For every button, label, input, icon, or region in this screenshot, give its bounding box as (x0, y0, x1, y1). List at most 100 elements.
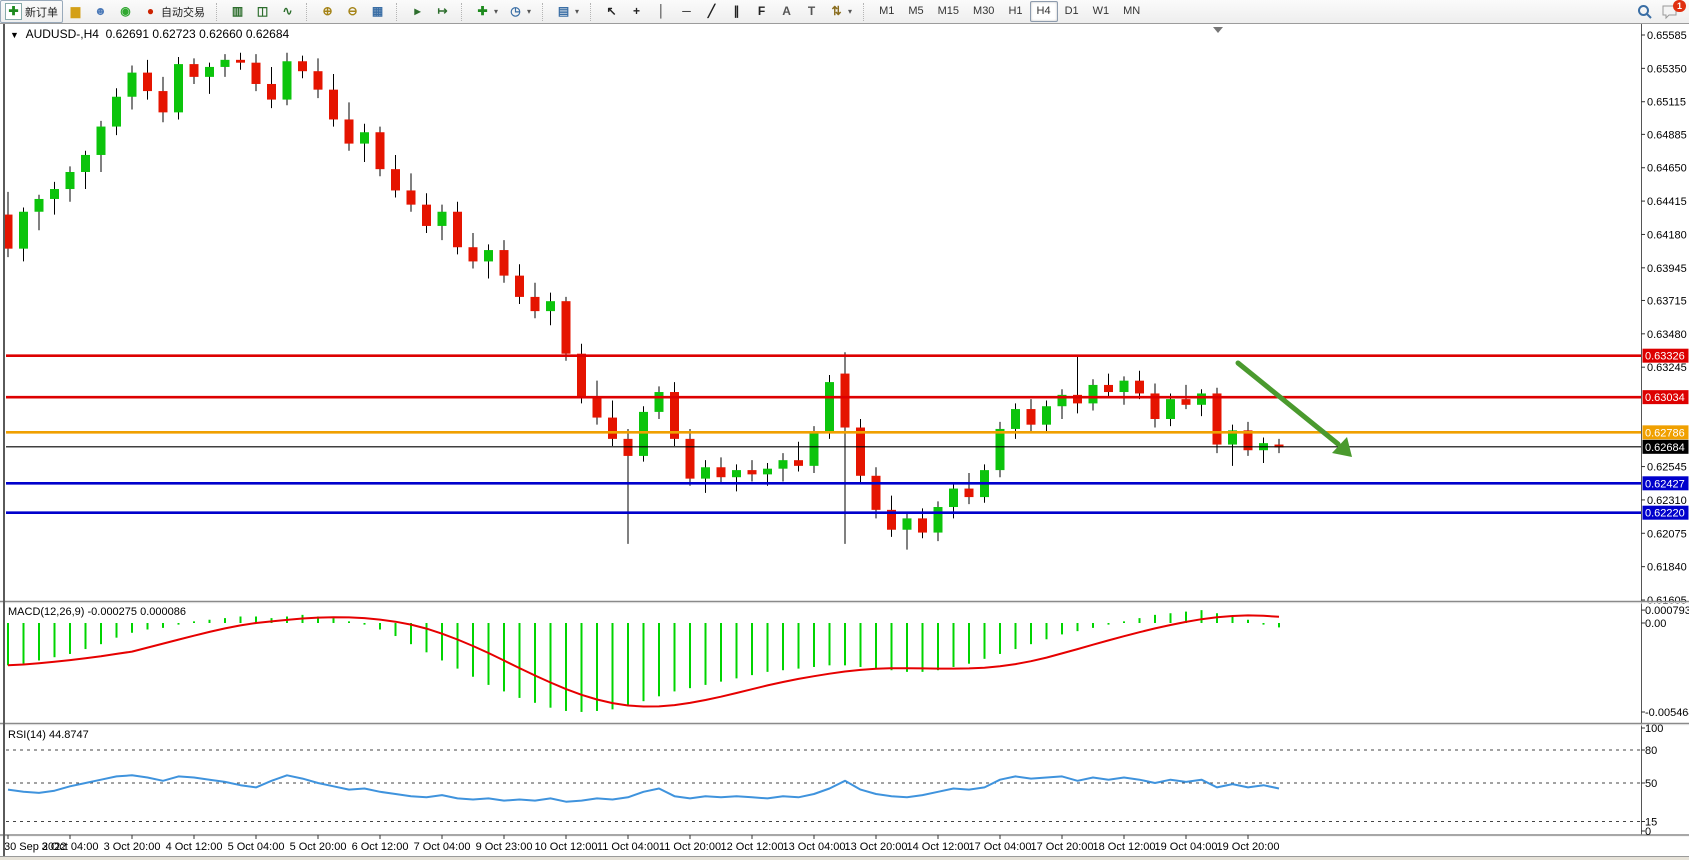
vertical-line-button[interactable]: │ (649, 0, 674, 23)
price-tick-label: 0.62310 (1647, 495, 1687, 507)
price-tick-label: 0.64415 (1647, 196, 1687, 208)
crosshair-button[interactable]: + (624, 0, 649, 23)
timeframe-button-m15[interactable]: M15 (931, 1, 966, 22)
candle-body (438, 212, 447, 226)
channel-button[interactable]: ∥ (724, 0, 749, 23)
timeframe-button-m1[interactable]: M1 (872, 1, 901, 22)
price-tick-label: 0.65585 (1647, 30, 1687, 42)
candle-body (500, 250, 509, 276)
candle-body (856, 428, 865, 476)
candle-body (267, 84, 276, 100)
candle-body (360, 132, 369, 143)
price-tick-label: 0.64650 (1647, 163, 1687, 175)
text-icon: A (779, 4, 794, 19)
candle-body (531, 297, 540, 311)
candle-body (1135, 381, 1144, 394)
new-order-icon: ✚ (5, 3, 22, 20)
new-order-button[interactable]: ✚ 新订单 (0, 0, 63, 23)
bars-mode-button[interactable]: ▥ (225, 0, 250, 23)
horizontal-line-icon: ─ (679, 4, 694, 19)
chart-shift-button[interactable]: ↦ (430, 0, 455, 23)
candle-body (1089, 385, 1098, 403)
candle-body (1166, 399, 1175, 419)
new-order-label: 新订单 (25, 4, 58, 20)
timeframe-button-mn[interactable]: MN (1116, 1, 1147, 22)
auto-scroll-button[interactable]: ▸ (405, 0, 430, 23)
zoom-out-button[interactable]: ⊖ (340, 0, 365, 23)
timeframe-button-m5[interactable]: M5 (901, 1, 930, 22)
text-button[interactable]: A (774, 0, 799, 23)
chevron-down-icon[interactable]: ▼ (10, 30, 19, 40)
ohlc-close: 0.62684 (246, 27, 289, 41)
price-tick-label: 0.65350 (1647, 63, 1687, 75)
toolbar-separator (590, 3, 596, 21)
search-icon[interactable] (1637, 4, 1653, 20)
price-tick-label: 0.63245 (1647, 362, 1687, 374)
price-tick-label: 0.65115 (1647, 97, 1686, 109)
horizontal-line-button[interactable]: ─ (674, 0, 699, 23)
indicators-button[interactable]: ✚▾ (470, 0, 503, 23)
tile-windows-button[interactable]: ▦ (365, 0, 390, 23)
candle-body (407, 190, 416, 204)
candle-body (779, 460, 788, 469)
signal-button[interactable]: ◉ (113, 0, 138, 23)
candle-body (872, 476, 881, 510)
chat-icon[interactable]: 1 (1661, 4, 1679, 20)
candle-body (732, 470, 741, 477)
time-tick-label: 6 Oct 12:00 (352, 841, 409, 853)
timeframe-button-m30[interactable]: M30 (966, 1, 1001, 22)
candle-body (748, 470, 757, 474)
candle-body (1213, 393, 1222, 444)
time-tick-label: 14 Oct 12:00 (907, 841, 970, 853)
gold-bars-button[interactable]: ▆ (63, 0, 88, 23)
toolbar-separator (306, 3, 312, 21)
price-tick-label: 0.64180 (1647, 229, 1687, 241)
candle-body (205, 67, 214, 77)
vertical-line-icon: │ (654, 4, 669, 19)
timeframe-button-d1[interactable]: D1 (1058, 1, 1086, 22)
trendline-icon: ╱ (704, 4, 719, 19)
candle-body (810, 432, 819, 466)
headset-button[interactable]: ☻ (88, 0, 113, 23)
candle-body (314, 71, 323, 89)
periods-button[interactable]: ◷▾ (503, 0, 536, 23)
chevron-down-icon: ▾ (575, 7, 579, 16)
fibonacci-button[interactable]: F (749, 0, 774, 23)
macd-axis-label: -0.005464 (1645, 707, 1689, 719)
candle-body (252, 63, 261, 84)
line-mode-button[interactable]: ∿ (275, 0, 300, 23)
label-button[interactable]: T (799, 0, 824, 23)
candle-body (453, 212, 462, 247)
time-tick-label: 4 Oct 12:00 (166, 841, 223, 853)
zoom-in-icon: ⊕ (320, 4, 335, 19)
gold-bars-icon: ▆ (68, 4, 83, 19)
chart-canvas: 0.655850.653500.651150.648850.646500.644… (0, 0, 1689, 860)
auto-trading-label: 自动交易 (161, 4, 205, 20)
candle-body (190, 64, 199, 77)
candles-mode-button[interactable]: ◫ (250, 0, 275, 23)
candle-body (97, 127, 106, 155)
candle-body (66, 172, 75, 189)
timeframe-button-h4[interactable]: H4 (1030, 1, 1058, 22)
time-tick-label: 3 Oct 04:00 (42, 841, 99, 853)
price-level-badge-label: 0.62220 (1645, 508, 1685, 520)
arrows-button[interactable]: ⇅▾ (824, 0, 857, 23)
templates-button[interactable]: ▤▾ (551, 0, 584, 23)
zoom-in-button[interactable]: ⊕ (315, 0, 340, 23)
timeframe-button-h1[interactable]: H1 (1001, 1, 1029, 22)
candle-body (546, 301, 555, 311)
chart-title: ▼ AUDUSD-,H4 0.62691 0.62723 0.62660 0.6… (10, 27, 289, 41)
auto-trading-button[interactable]: ● 自动交易 (138, 0, 210, 23)
toolbar-separator (216, 3, 222, 21)
time-tick-label: 18 Oct 12:00 (1093, 841, 1156, 853)
trendline-button[interactable]: ╱ (699, 0, 724, 23)
arrows-icon: ⇅ (829, 4, 844, 19)
price-level-badge-label: 0.63326 (1645, 351, 1685, 363)
rsi-axis-label: 0 (1645, 826, 1651, 838)
bars-mode-icon: ▥ (230, 4, 245, 19)
candle-body (469, 247, 478, 261)
candle-body (19, 212, 28, 249)
timeframe-button-w1[interactable]: W1 (1086, 1, 1117, 22)
cursor-button[interactable]: ↖ (599, 0, 624, 23)
indicators-icon: ✚ (475, 4, 490, 19)
